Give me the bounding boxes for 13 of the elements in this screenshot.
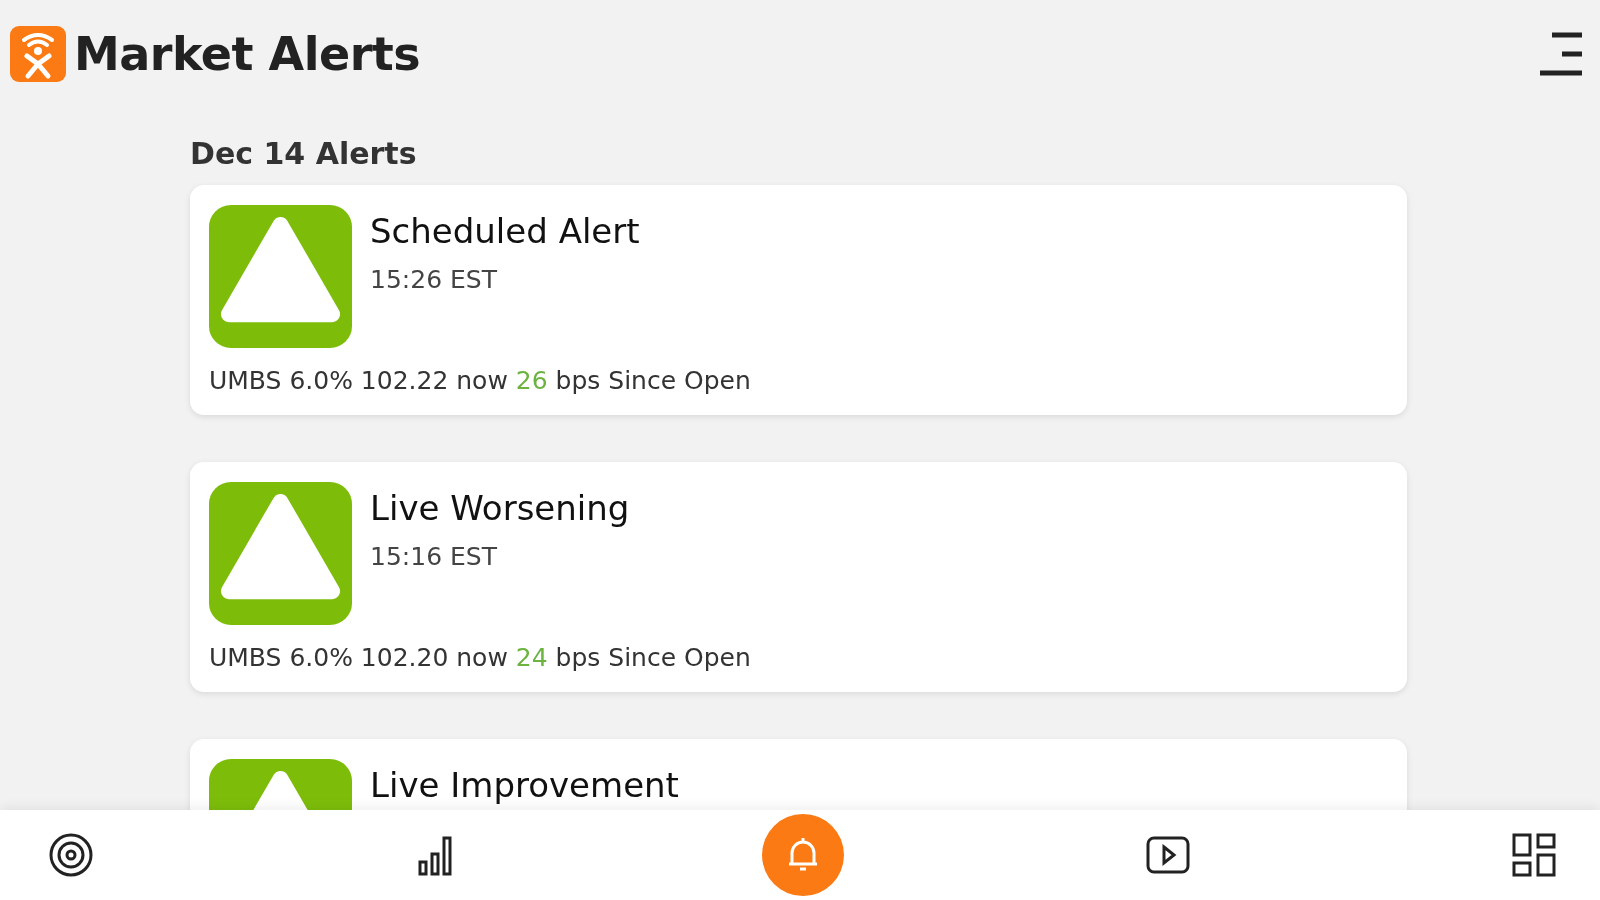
alert-message: UMBS 6.0% 102.20 now 24 bps Since Open: [209, 643, 752, 672]
logo-icon: [10, 24, 66, 84]
alert-title: Live Worsening: [370, 488, 630, 528]
alert-title: Live Improvement: [370, 765, 679, 805]
section-heading: Dec 14 Alerts: [190, 136, 418, 171]
app-title: Market Alerts: [74, 27, 421, 81]
alert-card[interactable]: Live Worsening 15:16 EST UMBS 6.0% 102.20 now 24 bps Since Open: [190, 462, 1407, 692]
alert-card[interactable]: Live Improvement: [190, 739, 1407, 810]
alert-title: Scheduled Alert: [370, 211, 640, 251]
alert-time: 15:16 EST: [370, 542, 498, 571]
alert-message: UMBS 6.0% 102.22 now 26 bps Since Open: [209, 366, 752, 395]
alert-time: 15:26 EST: [370, 265, 498, 294]
alert-card[interactable]: Scheduled Alert 15:26 EST UMBS 6.0% 102.22 now 26 bps Since Open: [190, 185, 1407, 415]
